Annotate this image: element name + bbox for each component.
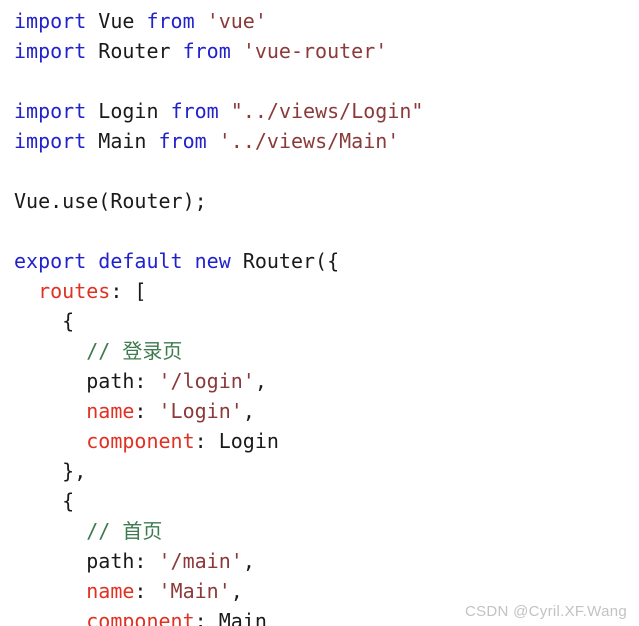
code-token-property: name <box>86 579 135 603</box>
code-token-punct: }, <box>14 459 87 483</box>
code-line[interactable]: path: '/login', <box>14 366 639 396</box>
code-token-string: '/login' <box>158 369 255 393</box>
code-token-plain: Router({ <box>242 249 340 273</box>
code-token-punct: , <box>230 579 243 603</box>
code-token-comment: // 首页 <box>86 519 163 543</box>
code-token-punct: { <box>14 309 75 333</box>
code-token-property: component <box>86 609 195 626</box>
code-token-string: "../views/Login" <box>230 99 424 123</box>
code-token-keyword: export <box>14 249 87 273</box>
code-token-punct: : <box>134 369 159 393</box>
code-token-punct: : [ <box>110 279 147 303</box>
code-token-plain: Login <box>98 99 159 123</box>
code-token-punct: { <box>14 489 75 513</box>
code-token-string: 'vue-router' <box>242 39 388 63</box>
code-line[interactable]: export default new Router({ <box>14 246 639 276</box>
code-token-keyword: import <box>14 39 87 63</box>
code-token-plain: Main <box>218 609 267 626</box>
code-token-property: name <box>86 399 135 423</box>
code-token-punct: , <box>242 549 255 573</box>
code-token-keyword: import <box>14 129 87 153</box>
code-line[interactable]: }, <box>14 456 639 486</box>
code-token-keyword: from <box>170 99 219 123</box>
code-token-string: '/main' <box>158 549 243 573</box>
code-token-keyword: import <box>14 99 87 123</box>
code-token-punct: , <box>242 399 255 423</box>
code-token-keyword: new <box>194 249 231 273</box>
code-screenshot: import Vue from 'vue' import Router from … <box>0 0 639 626</box>
csdn-watermark: CSDN @Cyril.XF.Wang <box>464 603 627 620</box>
code-token-punct: : <box>134 579 159 603</box>
code-token-plain: Vue.use(Router); <box>14 189 207 213</box>
code-token-plain: Router <box>98 39 171 63</box>
code-token-keyword: import <box>14 9 87 33</box>
code-token-punct: : <box>194 609 219 626</box>
code-token-keyword: from <box>182 39 231 63</box>
code-token-punct: : <box>134 549 159 573</box>
code-line[interactable]: // 登录页 <box>14 336 639 366</box>
code-token-string: 'vue' <box>206 9 267 33</box>
code-token-keyword: default <box>98 249 183 273</box>
code-token-keyword: from <box>146 9 195 33</box>
code-token-property: routes <box>38 279 111 303</box>
code-line[interactable] <box>14 66 639 96</box>
code-token-keyword: from <box>158 129 207 153</box>
code-token-plain: Login <box>218 429 279 453</box>
code-line[interactable] <box>14 216 639 246</box>
code-line[interactable]: path: '/main', <box>14 546 639 576</box>
code-line[interactable]: name: 'Login', <box>14 396 639 426</box>
code-line[interactable]: { <box>14 306 639 336</box>
code-line[interactable]: routes: [ <box>14 276 639 306</box>
code-token-string: 'Login' <box>158 399 243 423</box>
code-line[interactable]: component: Login <box>14 426 639 456</box>
code-line[interactable]: Vue.use(Router); <box>14 186 639 216</box>
code-token-punct: , <box>254 369 267 393</box>
code-line[interactable]: { <box>14 486 639 516</box>
code-token-comment: // 登录页 <box>86 339 183 363</box>
code-token-plain: Main <box>98 129 147 153</box>
code-line[interactable]: // 首页 <box>14 516 639 546</box>
code-line[interactable] <box>14 156 639 186</box>
code-token-plain: Vue <box>98 9 135 33</box>
code-token-plain: path <box>86 549 135 573</box>
code-token-string: '../views/Main' <box>218 129 400 153</box>
code-line[interactable]: import Vue from 'vue' <box>14 6 639 36</box>
code-token-punct: : <box>134 399 159 423</box>
code-line[interactable]: import Router from 'vue-router' <box>14 36 639 66</box>
code-token-property: component <box>86 429 195 453</box>
code-line[interactable]: import Main from '../views/Main' <box>14 126 639 156</box>
code-token-string: 'Main' <box>158 579 231 603</box>
code-line[interactable]: name: 'Main', <box>14 576 639 606</box>
code-line[interactable]: import Login from "../views/Login" <box>14 96 639 126</box>
code-token-plain: path <box>86 369 135 393</box>
code-token-punct: : <box>194 429 219 453</box>
code-editor-content[interactable]: import Vue from 'vue' import Router from … <box>0 0 639 626</box>
